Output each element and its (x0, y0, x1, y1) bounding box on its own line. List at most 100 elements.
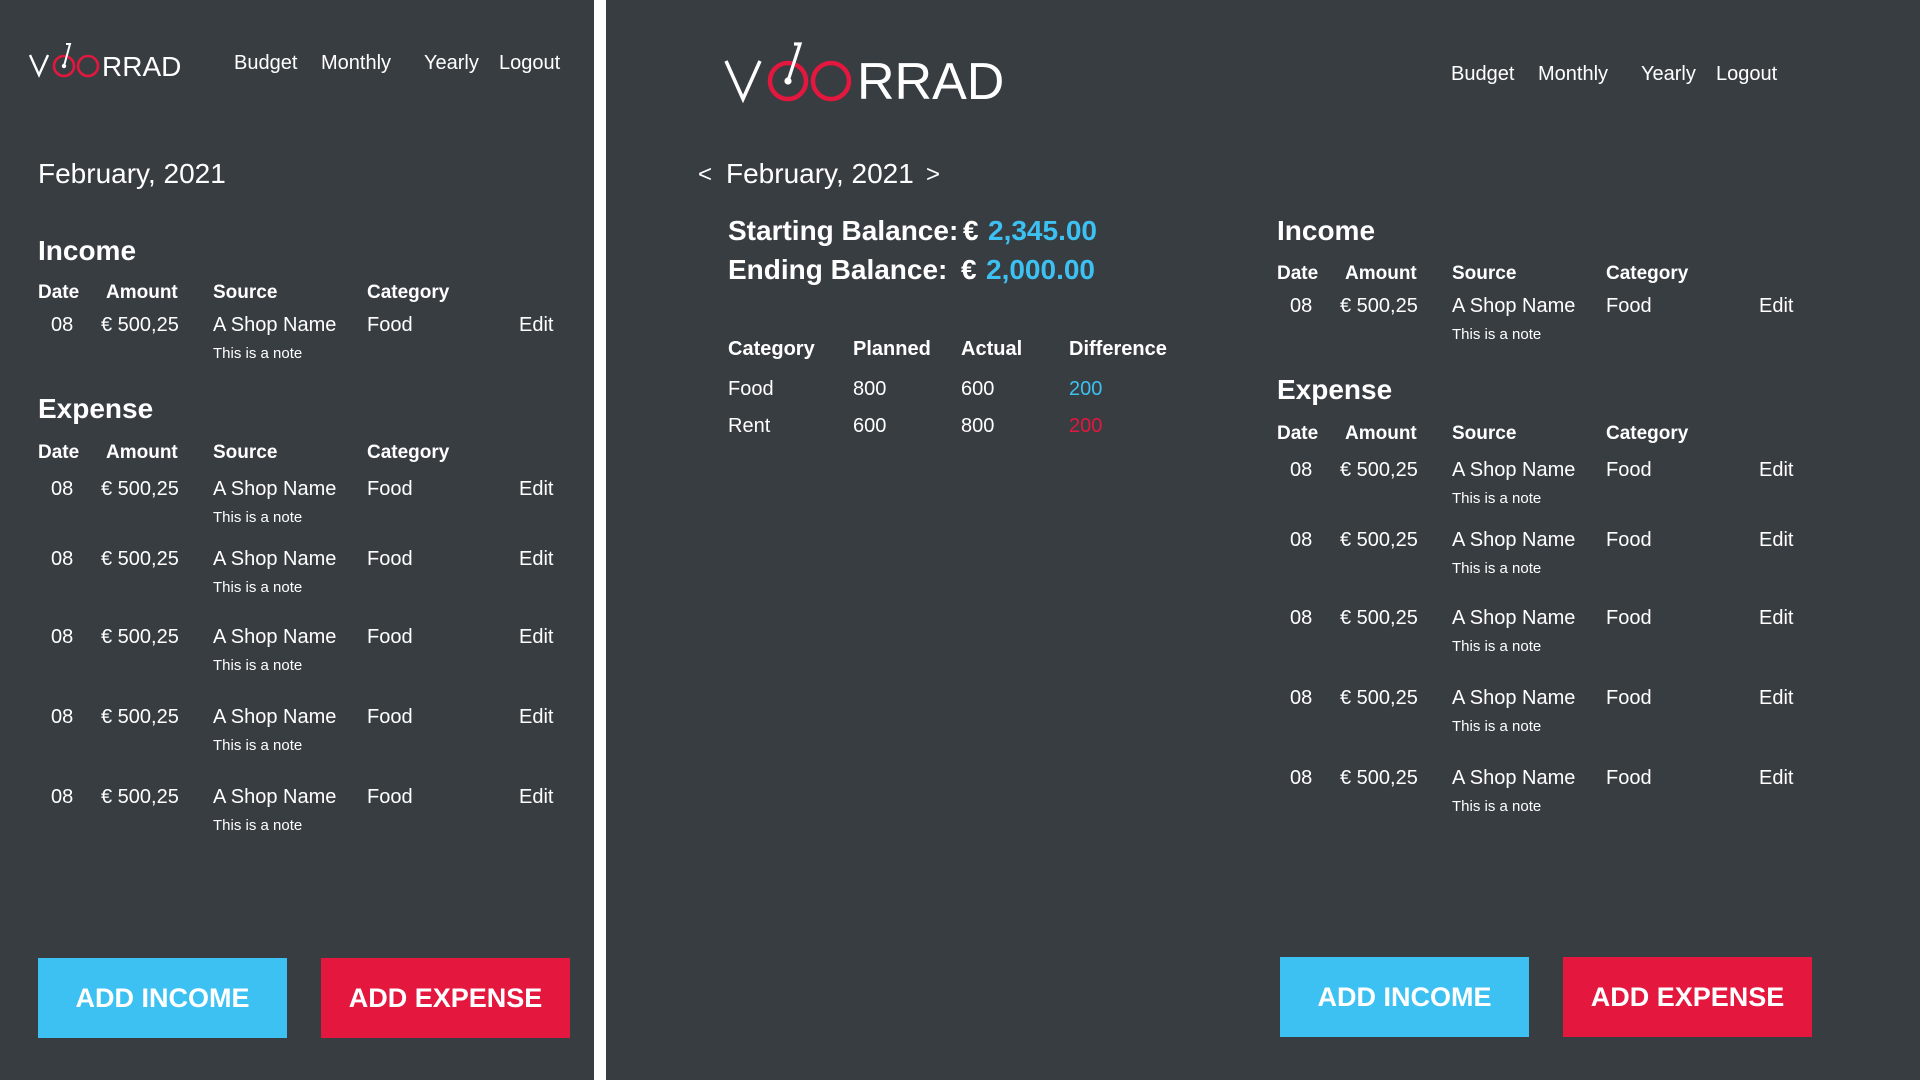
expense-header-category: Category (367, 442, 450, 463)
nav-yearly[interactable]: Yearly (424, 52, 479, 75)
starting-balance-value: 2,345.00 (988, 215, 1097, 246)
next-month-button[interactable]: > (926, 161, 940, 189)
expense-header-source: Source (213, 442, 278, 463)
nav-monthly[interactable]: Monthly (1538, 63, 1608, 86)
expense-title: Expense (1277, 374, 1393, 405)
row-date: 08 (1290, 607, 1313, 629)
expense-header-date: Date (1277, 423, 1319, 444)
edit-link[interactable]: Edit (519, 478, 553, 501)
month-title: February, 2021 (38, 158, 226, 189)
ending-balance-value: 2,000.00 (986, 254, 1095, 285)
nav-monthly[interactable]: Monthly (321, 52, 391, 75)
expense-header-source: Source (1452, 423, 1517, 444)
row-source: A Shop Name (1452, 767, 1576, 789)
row-source: A Shop Name (1452, 607, 1576, 629)
row-source: A Shop Name (213, 706, 337, 728)
row-source: A Shop Name (213, 314, 337, 336)
row-note: This is a note (1452, 718, 1542, 735)
row-category: Food (367, 314, 413, 336)
row-note: This is a note (213, 817, 303, 834)
income-header-category: Category (367, 282, 450, 303)
row-date: 08 (51, 478, 74, 500)
budget-planned: 600 (853, 415, 887, 437)
row-note: This is a note (1452, 638, 1542, 655)
row-amount: € 500,25 (1340, 459, 1418, 481)
ending-balance-currency: € (961, 254, 977, 285)
row-amount: € 500,25 (101, 626, 179, 648)
row-note: This is a note (213, 657, 303, 674)
row-note: This is a note (1452, 798, 1542, 815)
starting-balance-label: Starting Balance: (728, 215, 959, 246)
income-header-category: Category (1606, 263, 1689, 284)
edit-link[interactable]: Edit (519, 786, 553, 809)
add-income-button[interactable]: ADD INCOME (38, 958, 287, 1038)
row-amount: € 500,25 (101, 548, 179, 570)
income-header-date: Date (1277, 263, 1319, 284)
row-source: A Shop Name (213, 626, 337, 648)
row-source: A Shop Name (1452, 459, 1576, 481)
row-date: 08 (51, 626, 74, 648)
ending-balance-label: Ending Balance: (728, 254, 948, 285)
expense-header-date: Date (38, 442, 80, 463)
budget-header-actual: Actual (961, 338, 1023, 360)
row-amount: € 500,25 (101, 706, 179, 728)
income-header-amount: Amount (1345, 263, 1417, 284)
nav-logout[interactable]: Logout (1716, 63, 1777, 86)
row-date: 08 (51, 548, 74, 570)
income-title: Income (1277, 215, 1376, 246)
row-category: Food (1606, 459, 1652, 481)
row-date: 08 (1290, 529, 1313, 551)
row-date: 08 (51, 314, 74, 336)
nav-budget[interactable]: Budget (1451, 63, 1514, 86)
prev-month-button[interactable]: < (698, 161, 712, 189)
row-amount: € 500,25 (101, 478, 179, 500)
row-category: Food (1606, 687, 1652, 709)
edit-link[interactable]: Edit (1759, 529, 1793, 552)
row-date: 08 (51, 706, 74, 728)
expense-header-amount: Amount (1345, 423, 1417, 444)
starting-balance-currency: € (963, 215, 979, 246)
row-amount: € 500,25 (1340, 607, 1418, 629)
income-header-source: Source (1452, 263, 1517, 284)
row-category: Food (367, 706, 413, 728)
row-category: Food (367, 626, 413, 648)
edit-link[interactable]: Edit (1759, 607, 1793, 630)
edit-link[interactable]: Edit (519, 706, 553, 729)
row-date: 08 (1290, 295, 1313, 317)
income-header-date: Date (38, 282, 80, 303)
row-amount: € 500,25 (1340, 687, 1418, 709)
row-date: 08 (1290, 459, 1313, 481)
edit-link[interactable]: Edit (1759, 459, 1793, 482)
budget-header-category: Category (728, 338, 815, 360)
edit-link[interactable]: Edit (519, 626, 553, 649)
nav-budget[interactable]: Budget (234, 52, 297, 75)
month-title: February, 2021 (726, 158, 914, 189)
edit-link[interactable]: Edit (1759, 687, 1793, 710)
voorrad-logo: RRAD (28, 43, 181, 78)
row-source: A Shop Name (213, 548, 337, 570)
row-date: 08 (1290, 767, 1313, 789)
row-category: Food (1606, 607, 1652, 629)
nav-logout[interactable]: Logout (499, 52, 560, 75)
edit-link[interactable]: Edit (1759, 295, 1793, 318)
row-note: This is a note (1452, 560, 1542, 577)
row-date: 08 (51, 786, 74, 808)
expense-title: Expense (38, 393, 154, 424)
voorrad-logo: RRAD (724, 42, 1004, 103)
add-expense-button[interactable]: ADD EXPENSE (321, 958, 570, 1038)
budget-actual: 600 (961, 378, 995, 400)
row-amount: € 500,25 (101, 314, 179, 336)
add-income-button[interactable]: ADD INCOME (1280, 957, 1529, 1037)
logo-text-mobile: RRAD (102, 51, 181, 78)
edit-link[interactable]: Edit (1759, 767, 1793, 790)
edit-link[interactable]: Edit (519, 314, 553, 337)
row-note: This is a note (213, 509, 303, 526)
row-category: Food (1606, 295, 1652, 317)
nav-yearly[interactable]: Yearly (1641, 63, 1696, 86)
expense-header-amount: Amount (106, 442, 178, 463)
add-expense-button[interactable]: ADD EXPENSE (1563, 957, 1812, 1037)
edit-link[interactable]: Edit (519, 548, 553, 571)
mobile-view: RRAD Budget Monthly Yearly Logout Februa… (0, 0, 594, 1080)
desktop-view: RRAD Budget Monthly Yearly Logout < Febr… (606, 0, 1920, 1080)
row-note: This is a note (213, 345, 303, 362)
